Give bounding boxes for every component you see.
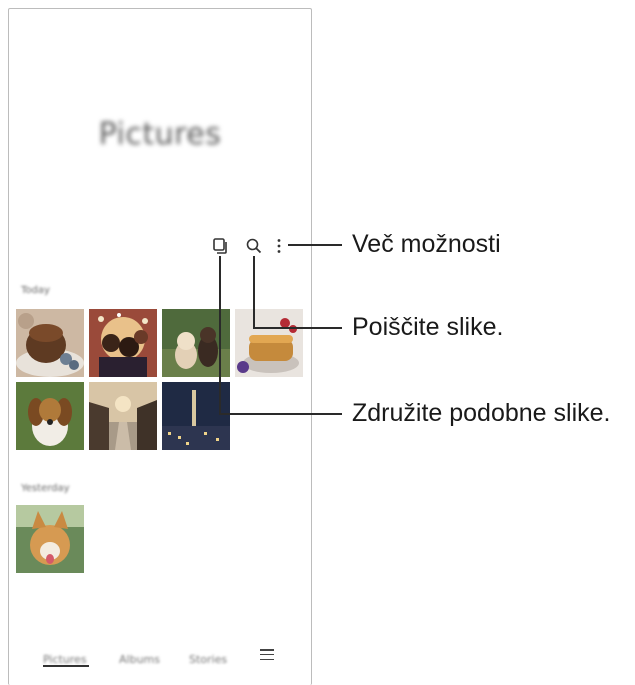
callout-line-group-horizontal — [219, 413, 342, 415]
nav-tab-albums[interactable]: Albums — [119, 653, 160, 666]
photo-thumbnail-dog[interactable] — [16, 382, 84, 450]
photo-thumbnail-cake[interactable] — [16, 309, 84, 377]
photo-thumbnail-street[interactable] — [89, 382, 157, 450]
callout-group-similar: Združite podobne slike. — [352, 399, 611, 427]
section-label-today: Today — [21, 285, 50, 296]
callout-line-more-options — [288, 244, 342, 246]
menu-icon[interactable] — [260, 649, 274, 663]
search-icon[interactable] — [245, 237, 263, 255]
callout-line-group-vertical — [219, 256, 221, 414]
group-similar-icon[interactable] — [211, 237, 229, 255]
photo-thumbnail-corgi[interactable] — [16, 505, 84, 573]
photo-thumbnail-party[interactable] — [89, 309, 157, 377]
callout-more-options: Več možnosti — [352, 230, 501, 258]
callout-line-search-horizontal — [253, 327, 342, 329]
section-label-yesterday: Yesterday — [21, 483, 70, 494]
active-tab-indicator — [43, 665, 89, 667]
page-title: Pictures — [98, 117, 222, 152]
gallery-screen: Pictures Today Yesterday Pictures Albums… — [8, 8, 312, 685]
callout-line-search-vertical — [253, 256, 255, 328]
more-options-icon[interactable] — [275, 237, 283, 255]
nav-tab-stories[interactable]: Stories — [189, 653, 227, 666]
callout-search: Poiščite slike. — [352, 313, 504, 341]
photo-thumbnail-pancakes[interactable] — [235, 309, 303, 377]
